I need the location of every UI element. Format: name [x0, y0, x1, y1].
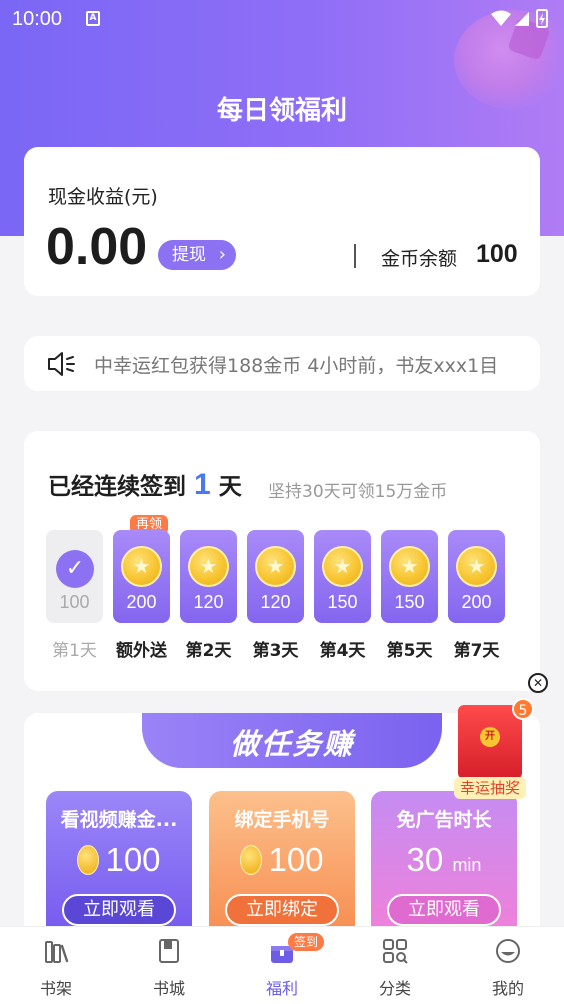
- day-amount: 100: [59, 592, 90, 612]
- nav-item-welfare[interactable]: 签到 福利: [226, 927, 338, 1004]
- day-amount: 150: [327, 592, 358, 612]
- task-watch-video[interactable]: 看视频赚金... 100 立即观看: [46, 791, 192, 941]
- task-reward-value: 30: [406, 841, 444, 878]
- notice-marquee[interactable]: 中幸运红包获得188金币 4小时前，书友xxx1目: [24, 336, 540, 391]
- task-reward: 100: [209, 841, 355, 879]
- day-label: 第2天: [185, 641, 232, 661]
- speaker-icon: [48, 352, 75, 376]
- task-title: 看视频赚金...: [60, 809, 178, 831]
- notification-icon: A: [86, 11, 100, 26]
- day-label: 额外送: [116, 641, 167, 661]
- coin-icon: [240, 845, 263, 875]
- coin-icon: ★: [121, 546, 162, 587]
- nav-label: 我的: [491, 979, 524, 998]
- task-reward-value: 100: [268, 841, 324, 878]
- book-icon: [159, 939, 179, 963]
- nav-item-category[interactable]: 分类: [339, 927, 451, 1004]
- day-label: 第1天: [52, 641, 97, 661]
- category-icon: [383, 939, 408, 964]
- coin-balance-value: 100: [476, 240, 518, 268]
- sign-in-title-suffix: 天: [218, 474, 242, 500]
- lucky-draw-count-badge: 5: [512, 698, 534, 720]
- sign-in-days: 1: [194, 468, 211, 501]
- day-amount: 150: [394, 592, 425, 612]
- coin-icon: ★: [188, 546, 229, 587]
- check-icon: ✓: [56, 550, 94, 588]
- close-icon[interactable]: ✕: [528, 673, 548, 693]
- coin-icon: ★: [322, 546, 363, 587]
- day-label: 第7天: [453, 641, 500, 661]
- nav-item-profile[interactable]: 我的: [452, 927, 564, 1004]
- task-reward: 100: [46, 841, 192, 879]
- sign-in-tag: 签到: [288, 933, 325, 951]
- sign-day-4[interactable]: ★ 150: [314, 530, 371, 623]
- notice-text: 中幸运红包获得188金币 4小时前，书友xxx1目: [94, 355, 499, 377]
- watch-now-button[interactable]: 立即观看: [62, 894, 176, 926]
- divider: [354, 244, 356, 268]
- nav-label: 书架: [39, 979, 72, 998]
- sign-in-card: 已经连续签到 1 天 坚持30天可领15万金币 再领 ✓ 100 ★ 200 ★ 1…: [24, 431, 540, 691]
- day-amount: 200: [126, 592, 157, 612]
- sign-day-2[interactable]: ★ 120: [180, 530, 237, 623]
- bind-now-button[interactable]: 立即绑定: [225, 894, 339, 926]
- status-bar: 10:00 A: [0, 0, 564, 38]
- coin-icon: ★: [389, 546, 430, 587]
- signal-battery-icons: [491, 9, 548, 28]
- nav-label: 分类: [378, 979, 411, 998]
- sign-day-7[interactable]: ★ 200: [448, 530, 505, 623]
- day-amount: 120: [193, 592, 224, 612]
- withdraw-button[interactable]: 提现 ›: [158, 240, 236, 270]
- day-label: 第5天: [386, 641, 433, 661]
- task-title: 绑定手机号: [234, 809, 330, 831]
- envelope-seal: 开: [480, 727, 500, 747]
- day-amount: 200: [461, 592, 492, 612]
- status-time: 10:00: [12, 8, 63, 30]
- bottom-nav: 书架 书城 签到 福利 分类 我的: [0, 926, 564, 1004]
- task-title: 免广告时长: [396, 809, 492, 831]
- cash-earnings-label: 现金收益(元): [48, 186, 158, 208]
- red-envelope-icon: 开: [458, 705, 522, 779]
- nav-item-bookshelf[interactable]: 书架: [0, 927, 112, 1004]
- task-reward-unit: min: [452, 855, 482, 875]
- sign-day-3[interactable]: ★ 120: [247, 530, 304, 623]
- sign-day-5[interactable]: ★ 150: [381, 530, 438, 623]
- task-banner-title: 做任务赚: [229, 727, 354, 761]
- sign-day-1[interactable]: ✓ 100: [46, 530, 103, 623]
- sign-day-extra[interactable]: ★ 200: [113, 530, 170, 623]
- page-title: 每日领福利: [216, 96, 347, 126]
- chevron-right-icon: ›: [218, 244, 226, 265]
- day-amount: 120: [260, 592, 291, 612]
- nav-label: 福利: [265, 979, 298, 998]
- earnings-card: 现金收益(元) 0.00 提现 › 金币余额 100: [24, 147, 540, 296]
- profile-icon: [496, 939, 520, 963]
- lucky-draw-widget[interactable]: 开 5 幸运抽奖: [454, 698, 534, 799]
- day-label: 第3天: [252, 641, 299, 661]
- sign-in-subtitle: 坚持30天可领15万金币: [268, 482, 448, 502]
- task-bind-phone[interactable]: 绑定手机号 100 立即绑定: [209, 791, 355, 941]
- cash-earnings-value: 0.00: [46, 218, 148, 276]
- withdraw-label: 提现: [172, 245, 206, 265]
- bookshelf-icon: [45, 941, 69, 963]
- task-reward: 30 min: [371, 841, 517, 879]
- coin-icon: [77, 845, 100, 875]
- sign-in-title-prefix: 已经连续签到: [48, 474, 186, 500]
- task-reward-value: 100: [105, 841, 161, 878]
- coin-pile-icon: ★: [456, 546, 497, 587]
- nav-label: 书城: [152, 979, 185, 998]
- task-banner: 做任务赚: [142, 713, 442, 768]
- watch-now-button[interactable]: 立即观看: [387, 894, 501, 926]
- sign-in-title: 已经连续签到 1 天: [48, 467, 242, 502]
- nav-item-bookstore[interactable]: 书城: [113, 927, 225, 1004]
- day-label: 第4天: [319, 641, 366, 661]
- coin-balance-label: 金币余额: [381, 248, 458, 270]
- task-ad-free[interactable]: 免广告时长 30 min 立即观看: [371, 791, 517, 941]
- coin-icon: ★: [255, 546, 296, 587]
- lucky-draw-label: 幸运抽奖: [454, 777, 526, 799]
